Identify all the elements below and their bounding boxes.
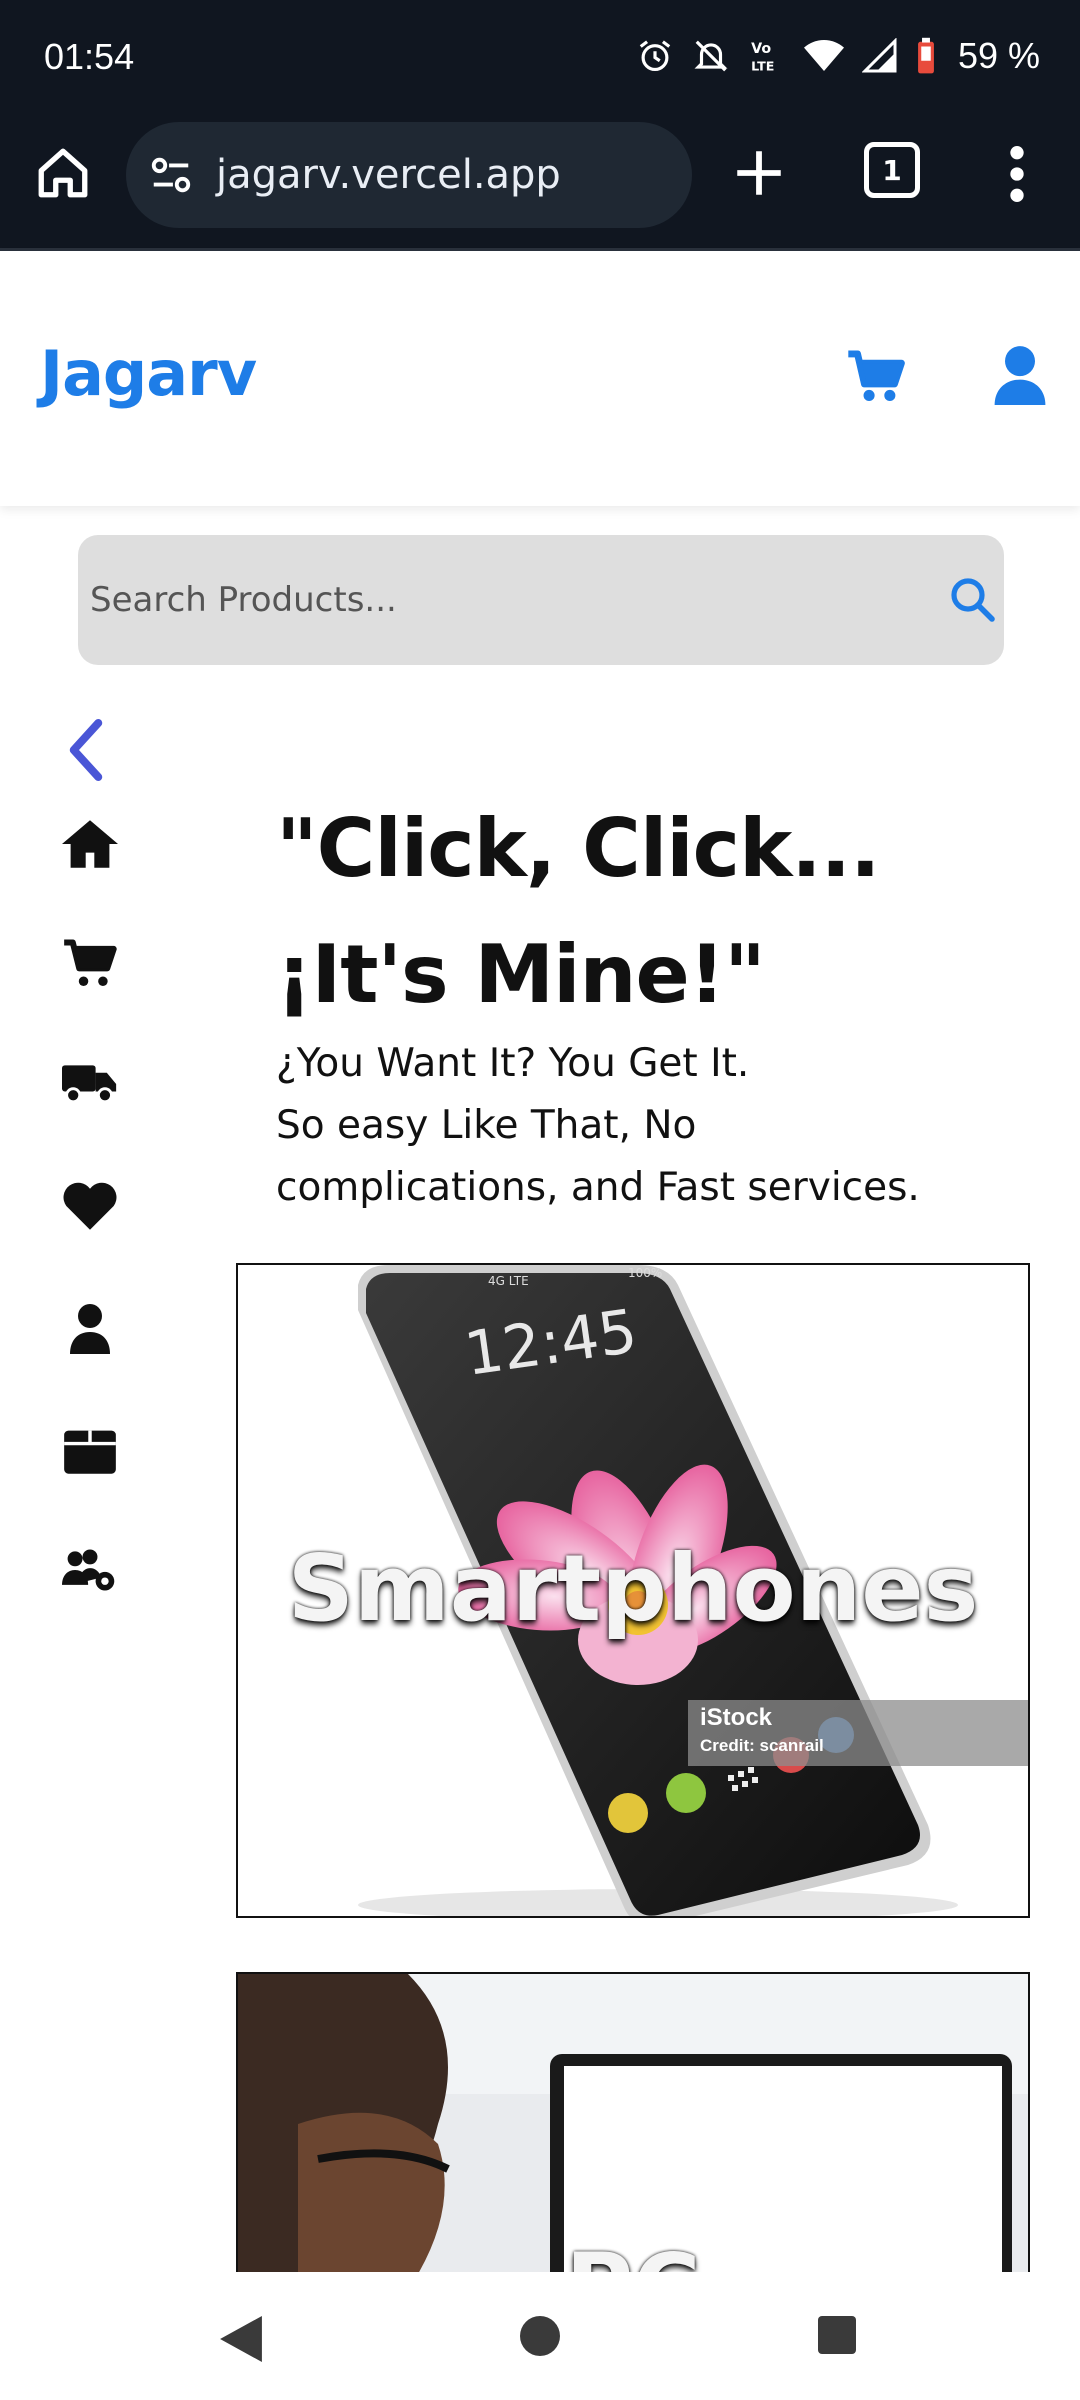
search-input[interactable] (90, 535, 910, 665)
watermark-brand: iStock (700, 1704, 773, 1731)
hero-sub-line1: ¿You Want It? You Get It. (276, 1041, 750, 1086)
account-icon[interactable] (994, 345, 1046, 405)
svg-text:LTE: LTE (751, 58, 774, 73)
search-bar (78, 535, 1004, 665)
system-nav-bar (0, 2272, 1080, 2400)
tab-switcher-button[interactable]: 1 (864, 142, 920, 198)
nav-recents-icon[interactable] (818, 2316, 856, 2354)
category-card-smartphones[interactable]: 12:45 4G LTE 100% iStock Credit: scanrai… (236, 1263, 1030, 1918)
hero-title-line1: "Click, Click... (276, 802, 880, 895)
volte-icon: VoLTE (751, 41, 774, 73)
browser-home-icon[interactable] (34, 144, 92, 202)
svg-text:Vo: Vo (751, 41, 771, 57)
box-icon[interactable] (62, 1424, 118, 1476)
phone-battery: 100% (628, 1266, 662, 1280)
hero-title: "Click, Click... ¡It's Mine!" (276, 786, 1036, 1038)
truck-icon[interactable] (62, 1058, 118, 1110)
watermark-credit: Credit: scanrail (700, 1736, 824, 1755)
new-tab-icon[interactable] (730, 144, 788, 202)
site-settings-icon[interactable] (148, 152, 194, 198)
shopping-cart-icon[interactable] (62, 938, 118, 990)
address-bar[interactable]: jagarv.vercel.app (126, 122, 692, 228)
cart-icon[interactable] (846, 349, 906, 405)
url-text[interactable]: jagarv.vercel.app (216, 152, 561, 198)
battery-icon (918, 37, 934, 74)
alarm-icon (639, 40, 671, 72)
istock-watermark: iStock Credit: scanrail (688, 1700, 1028, 1766)
phone-network: 4G LTE (488, 1274, 529, 1288)
mute-bell-icon (694, 40, 728, 72)
browser-toolbar: jagarv.vercel.app 1 (0, 118, 1080, 251)
heart-icon[interactable] (62, 1180, 118, 1232)
site-header: Jagarv (0, 251, 1080, 506)
pc-image (238, 1974, 1028, 2272)
wifi-icon (803, 40, 844, 71)
more-menu-icon[interactable] (1000, 142, 1034, 206)
status-bar: 01:54 Vo LTE 59 % (0, 0, 1080, 118)
home-icon[interactable] (62, 818, 118, 870)
hero-title-line2: ¡It's Mine!" (276, 928, 766, 1021)
nav-home-icon[interactable] (520, 2316, 560, 2356)
hero-subtitle: ¿You Want It? You Get It. So easy Like T… (276, 1033, 1036, 1219)
search-icon[interactable] (948, 575, 996, 623)
signal-icon (861, 38, 897, 73)
category-label-smartphones: Smartphones (287, 1535, 979, 1642)
category-label-pc: PC (238, 2234, 1028, 2272)
hero-sub-line2: So easy Like That, No (276, 1103, 697, 1148)
user-icon[interactable] (62, 1302, 118, 1354)
hero-sub-line3: complications, and Fast services. (276, 1165, 920, 1210)
status-time: 01:54 (44, 36, 135, 77)
site-logo[interactable]: Jagarv (40, 337, 257, 410)
users-gear-icon[interactable] (62, 1544, 118, 1596)
status-icons: Vo LTE 59 % (636, 34, 1040, 78)
battery-percent: 59 % (957, 35, 1040, 76)
nav-back-icon[interactable] (220, 2316, 262, 2362)
collapse-sidebar-chevron-icon[interactable] (66, 718, 106, 782)
category-card-pc[interactable]: PC (236, 1972, 1030, 2272)
